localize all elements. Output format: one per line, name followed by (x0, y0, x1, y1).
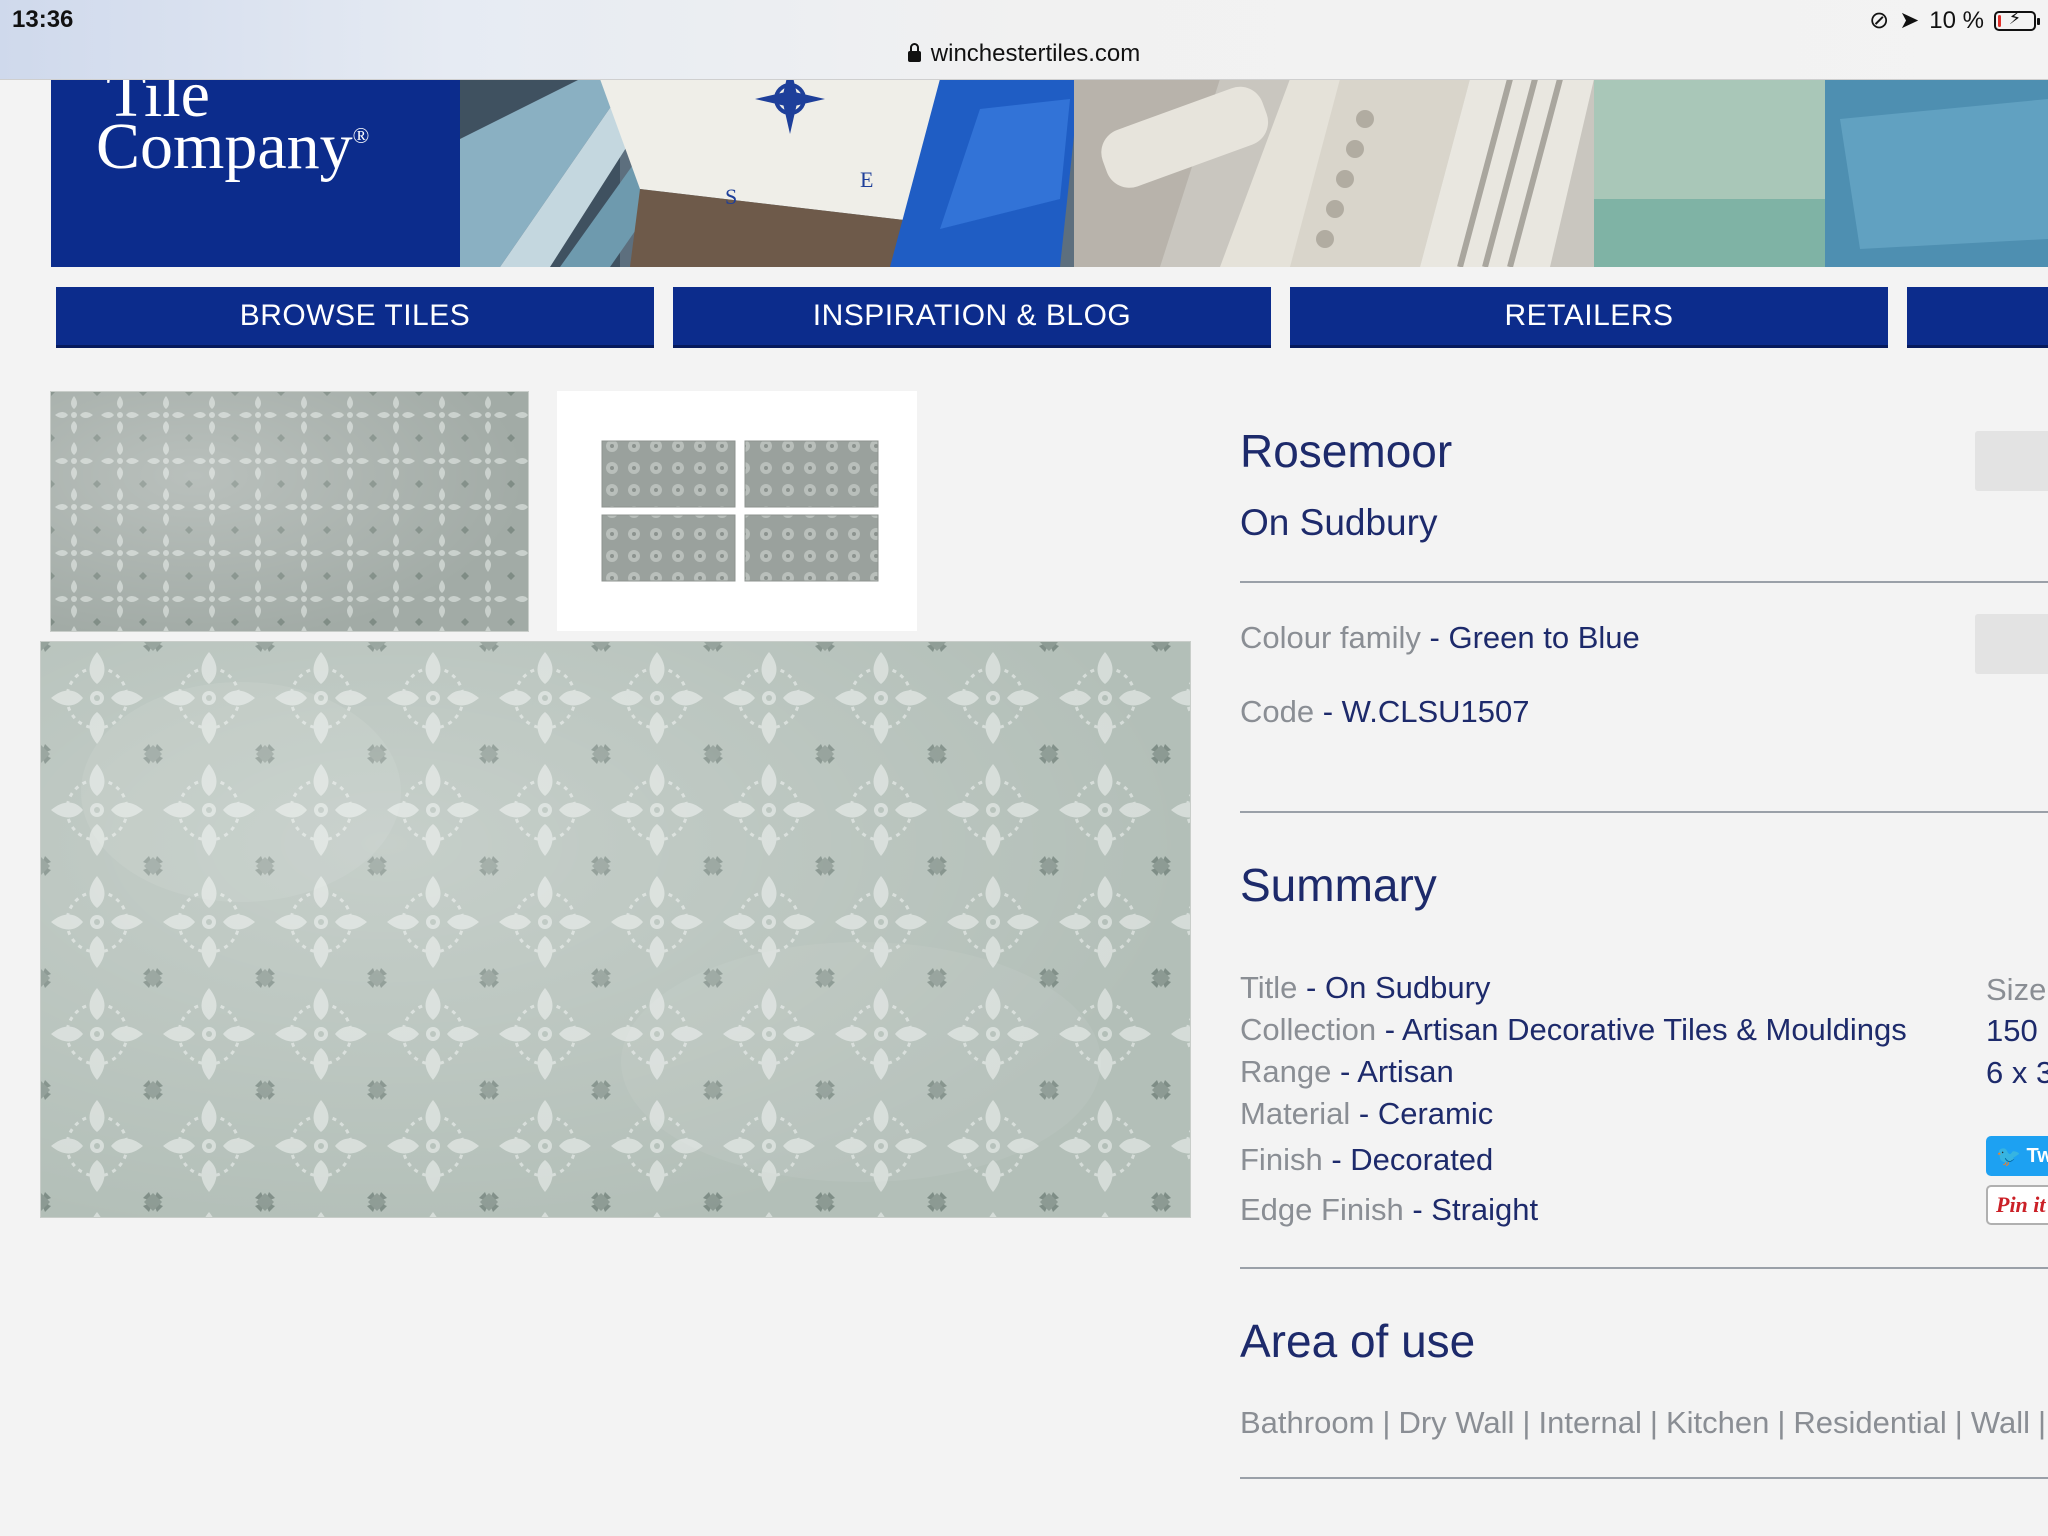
size-value-inches: 6 x 3 (1986, 1055, 2048, 1090)
nav-browse-tiles[interactable]: BROWSE TILES (56, 287, 654, 348)
product-main-image[interactable] (40, 641, 1191, 1218)
twitter-bird-icon: 🐦 (1996, 1145, 2021, 1168)
nav-more[interactable] (1907, 287, 2048, 348)
svg-text:E: E (860, 167, 873, 192)
summary-row-value: Ceramic (1377, 1096, 1494, 1131)
size-value-mm: 150 (1986, 1013, 2038, 1048)
charging-bolt-icon: ⚡ (2008, 7, 2022, 28)
summary-row-label: Material (1240, 1096, 1351, 1131)
summary-row-value: Artisan (1357, 1054, 1454, 1089)
summary-row-label: Collection (1240, 1012, 1377, 1047)
area-of-use-item[interactable]: Kitchen (1666, 1405, 1769, 1440)
action-button-placeholder-2[interactable] (1975, 614, 2048, 674)
summary-row-label: Finish (1240, 1142, 1323, 1177)
link-icon: ⊘ (1869, 7, 1890, 34)
product-name: Rosemoor (1240, 425, 1453, 477)
divider (1240, 1267, 2048, 1269)
lock-icon (907, 43, 921, 62)
summary-row-value: On Sudbury (1324, 970, 1491, 1005)
action-button-placeholder[interactable] (1975, 431, 2048, 491)
battery-percent: 10 % (1929, 6, 1984, 34)
divider (1240, 811, 2048, 813)
summary-row: Edge Finish - Straight (1240, 1192, 1539, 1227)
browser-status-bar: 13:36 ⊘ ➤ 10 % ⚡ winchestertiles.com (0, 0, 2048, 80)
colour-family-row: Colour family - Green to Blue (1240, 620, 1640, 655)
product-subtitle: On Sudbury (1240, 502, 1438, 543)
divider (1240, 581, 2048, 583)
summary-row-label: Title (1240, 970, 1298, 1005)
site-logo[interactable]: Tile Company® (51, 79, 460, 267)
battery-icon: ⚡ (1994, 7, 2040, 31)
nav-inspiration-blog[interactable]: INSPIRATION & BLOG (673, 287, 1271, 348)
code-row: Code - W.CLSU1507 (1240, 694, 1530, 729)
nav-retailers[interactable]: RETAILERS (1290, 287, 1888, 348)
summary-row-value: Decorated (1350, 1142, 1494, 1177)
gallery-thumbnail-tile[interactable] (50, 391, 529, 632)
url-text: winchestertiles.com (930, 40, 1141, 67)
area-of-use-item[interactable]: Wall (1971, 1405, 2030, 1440)
size-label: Size (1986, 972, 2047, 1007)
twitter-share-button[interactable]: 🐦 Tw (1986, 1136, 2048, 1176)
summary-row-label: Range (1240, 1054, 1332, 1089)
area-of-use-item[interactable]: Internal (1538, 1405, 1641, 1440)
svg-text:S: S (725, 184, 737, 209)
summary-row: Collection - Artisan Decorative Tiles & … (1240, 1012, 1907, 1047)
divider (1240, 1477, 2048, 1479)
location-arrow-icon: ➤ (1899, 7, 1920, 34)
address-bar[interactable]: winchestertiles.com (0, 40, 2048, 68)
pinterest-pin-button[interactable]: Pin it (1986, 1185, 2048, 1225)
system-icons: ⊘ ➤ 10 % ⚡ (1869, 6, 2040, 35)
logo-text-line2: Company® (96, 110, 370, 183)
summary-row: Range - Artisan (1240, 1054, 1454, 1089)
area-of-use-list: Bathroom | Dry Wall | Internal | Kitchen | Resid… (1240, 1405, 2047, 1440)
area-of-use-heading: Area of use (1240, 1315, 1476, 1367)
area-of-use-item[interactable]: Residential (1793, 1405, 1946, 1440)
area-of-use-item[interactable]: Dry Wall (1398, 1405, 1514, 1440)
area-of-use-item[interactable]: Bathroom (1240, 1405, 1374, 1440)
banner-photo: S E (460, 79, 2048, 267)
summary-heading: Summary (1240, 859, 1437, 911)
summary-row-value: Artisan Decorative Tiles & Mouldings (1401, 1012, 1907, 1047)
gallery-thumbnail-layout[interactable] (557, 391, 917, 631)
summary-row-value: Straight (1431, 1192, 1539, 1227)
summary-row: Material - Ceramic (1240, 1096, 1494, 1131)
clock: 13:36 (12, 6, 74, 33)
summary-row: Finish - Decorated (1240, 1142, 1494, 1177)
summary-row: Title - On Sudbury (1240, 970, 1491, 1005)
summary-row-label: Edge Finish (1240, 1192, 1404, 1227)
